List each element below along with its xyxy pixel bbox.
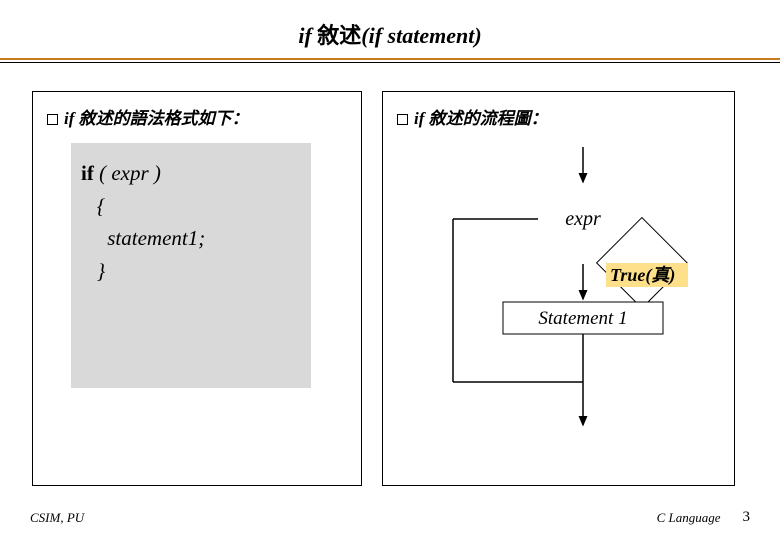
code-line: statement1; [81, 222, 301, 255]
syntax-heading: if 敘述的語法格式如下： [47, 104, 347, 129]
syntax-panel: if 敘述的語法格式如下： if ( expr ) { statement1; … [32, 91, 362, 486]
content-row: if 敘述的語法格式如下： if ( expr ) { statement1; … [0, 63, 780, 486]
title-cn: 敘述 [317, 23, 361, 48]
page-title: if 敘述(if statement) [0, 0, 780, 58]
bullet-icon [47, 114, 58, 125]
flowchart-svg: expr True(真) Statement 1 [383, 147, 736, 477]
page-number: 3 [743, 509, 751, 526]
diamond-label: expr [565, 208, 601, 230]
code-box: if ( expr ) { statement1; } [71, 143, 311, 388]
code-line: { [81, 190, 301, 223]
code-line: } [81, 255, 301, 288]
flowchart-heading: if 敘述的流程圖： [397, 104, 720, 129]
bullet-icon [397, 114, 408, 125]
footer: CSIM, PU C Language 3 [0, 509, 780, 526]
footer-clabel: C Language [657, 510, 721, 526]
orange-rule [0, 58, 780, 60]
footer-left: CSIM, PU [30, 510, 84, 526]
true-label: True(真) [610, 265, 675, 286]
stmt-label: Statement 1 [538, 308, 627, 329]
title-paren: (if statement) [361, 23, 481, 48]
flowchart-panel: if 敘述的流程圖： expr True(真) Statement 1 [382, 91, 735, 486]
